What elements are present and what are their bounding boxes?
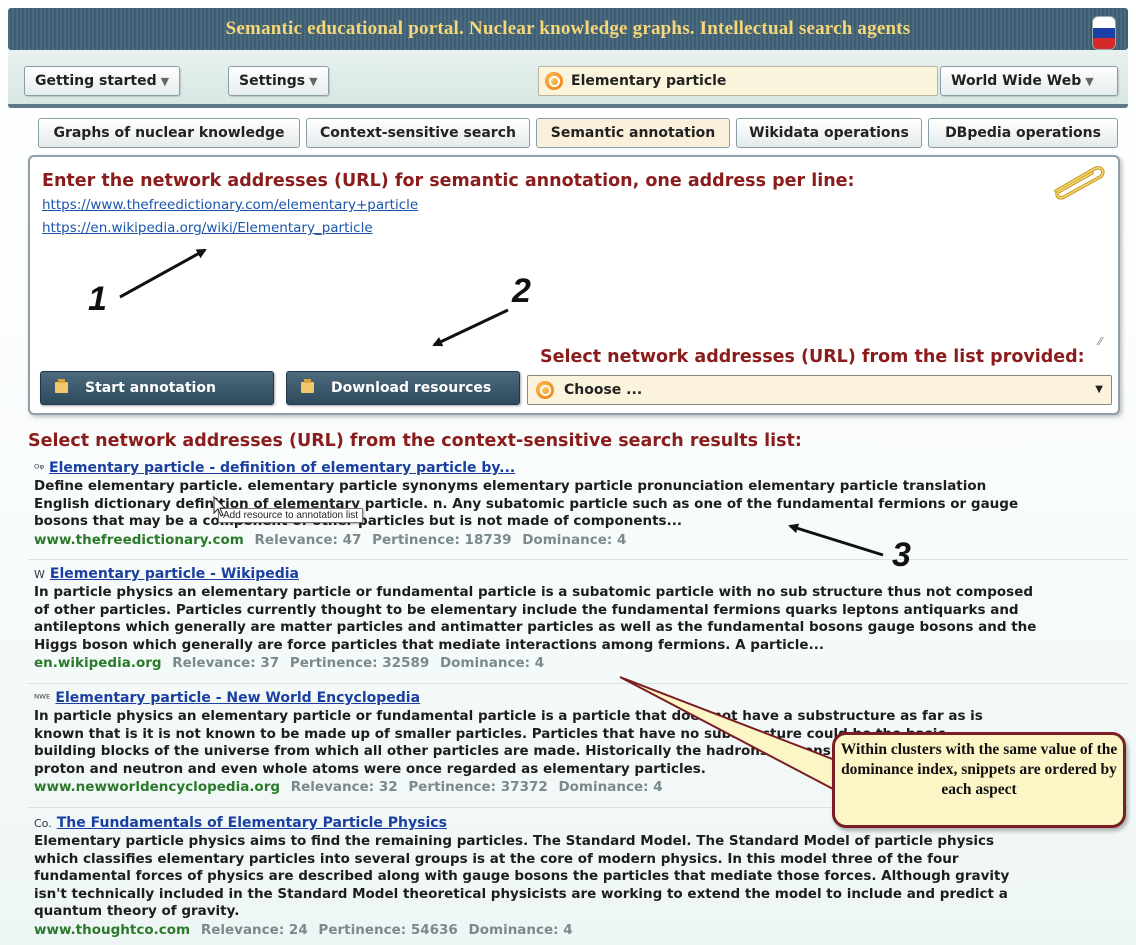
note-pointer: [619, 676, 836, 792]
callout-number-3: 3: [892, 536, 911, 574]
arrow-3: [788, 523, 884, 557]
arrow-2: [432, 308, 509, 347]
dominance-note: Within clusters with the same value of t…: [832, 732, 1126, 828]
cursor-icon: [213, 495, 227, 517]
callout-number-1: 1: [88, 280, 107, 318]
arrow-1: [119, 248, 207, 299]
callout-number-2: 2: [512, 272, 531, 310]
